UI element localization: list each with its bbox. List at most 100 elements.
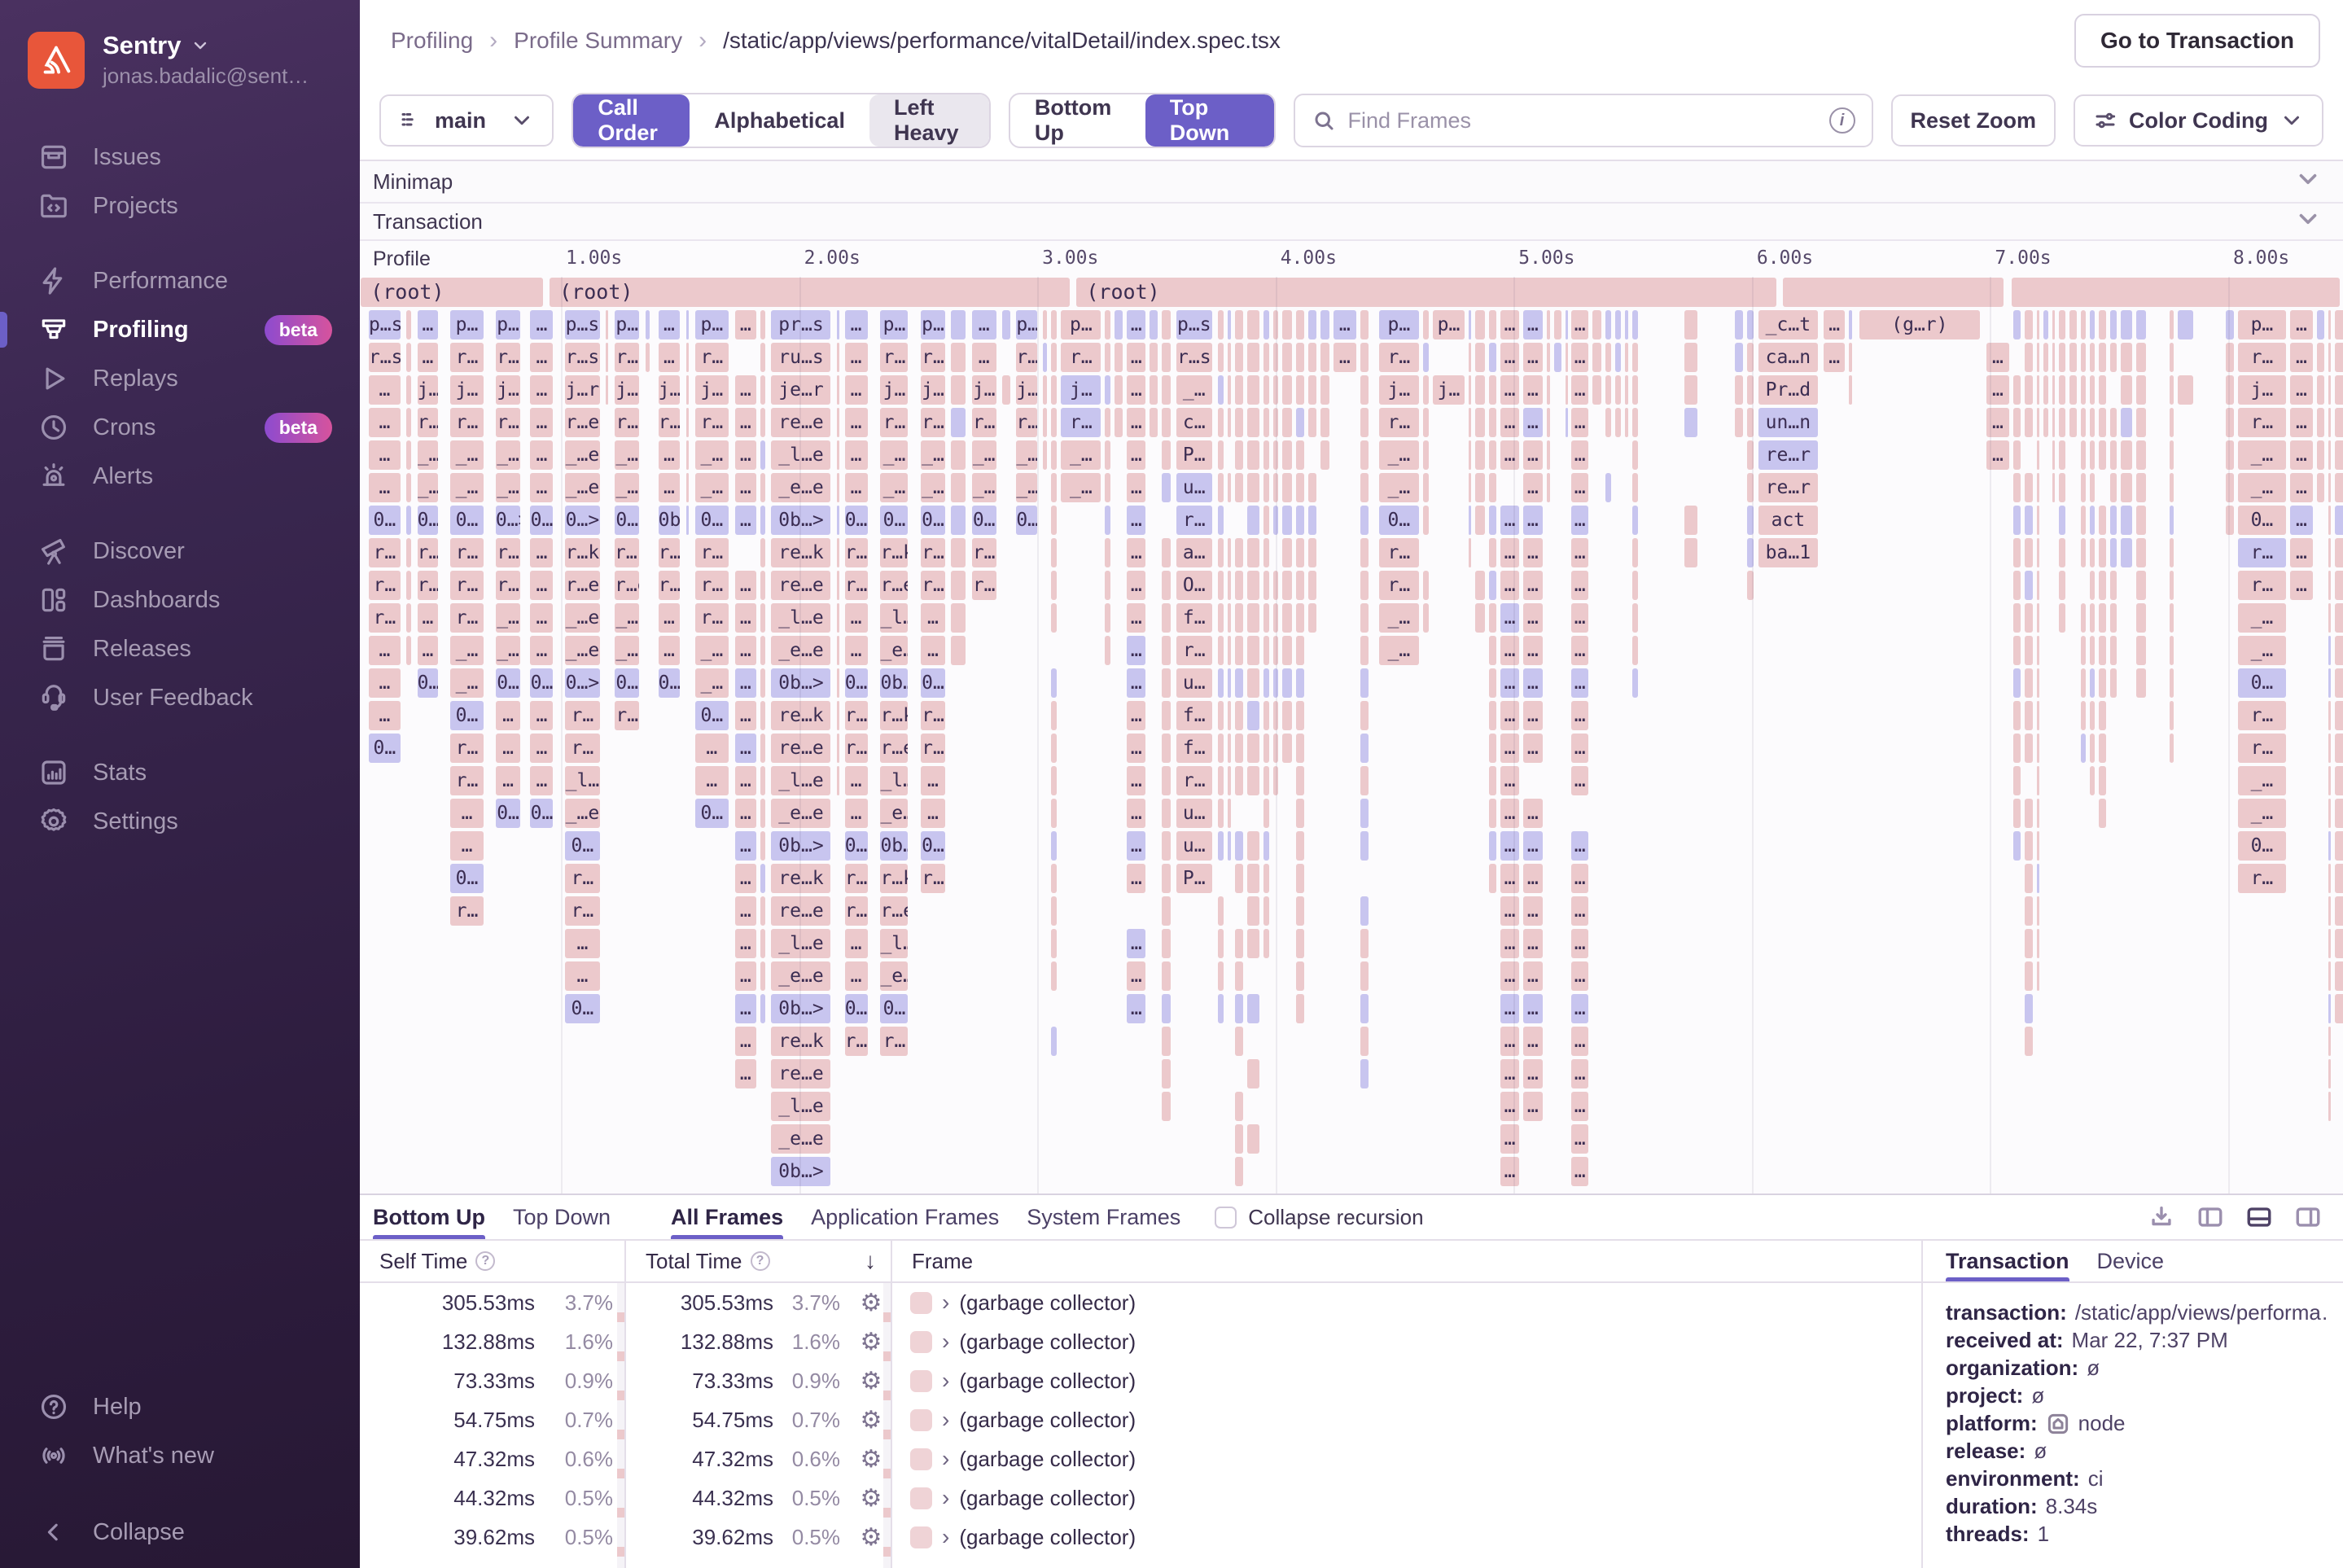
flame-cell[interactable]	[1360, 701, 1369, 730]
flame-cell[interactable]: r…e	[565, 571, 600, 600]
flame-cell[interactable]	[1747, 343, 1753, 372]
flame-cell[interactable]	[2043, 310, 2048, 339]
flame-cell[interactable]	[1684, 538, 1698, 567]
flame-cell[interactable]	[2110, 343, 2117, 372]
flame-cell[interactable]	[2013, 603, 2021, 633]
flame-cell[interactable]: 0b…>	[771, 994, 830, 1023]
flame-cell[interactable]	[1735, 375, 1743, 405]
flame-cell[interactable]: …	[845, 473, 868, 502]
flame-cell[interactable]	[2059, 310, 2065, 339]
flame-cell[interactable]	[1162, 538, 1171, 567]
flame-cell[interactable]	[1150, 375, 1158, 405]
flame-cell[interactable]	[1263, 734, 1269, 763]
flame-cell[interactable]	[1043, 408, 1047, 437]
flame-cell[interactable]	[1489, 636, 1496, 665]
flame-cell[interactable]: …	[530, 766, 553, 795]
flame-cell[interactable]: _…	[1379, 473, 1419, 502]
flame-cell[interactable]: …	[735, 571, 757, 600]
flame-cell[interactable]	[406, 571, 411, 600]
flame-cell[interactable]: j…	[659, 375, 681, 405]
flame-cell[interactable]: _…	[1379, 603, 1419, 633]
flame-cell[interactable]	[1263, 375, 1269, 405]
flame-cell[interactable]	[760, 929, 765, 958]
flame-cell[interactable]	[2328, 1092, 2331, 1121]
flame-cell[interactable]: …	[1523, 864, 1543, 893]
flame-cell[interactable]	[2013, 701, 2021, 730]
flame-cell[interactable]: r…	[972, 538, 996, 567]
flame-cell[interactable]: …	[845, 440, 868, 470]
flame-cell[interactable]	[2170, 506, 2173, 535]
flame-root-cell[interactable]: (root)	[361, 278, 542, 307]
flame-cell[interactable]	[1747, 506, 1753, 535]
flame-cell[interactable]: …	[369, 408, 401, 437]
expand-chevron-icon[interactable]: ›	[942, 1446, 949, 1472]
flame-cell[interactable]: …	[972, 310, 996, 339]
flame-cell[interactable]	[1247, 375, 1259, 405]
flame-cell[interactable]: ca…n	[1758, 343, 1818, 372]
flame-cell[interactable]: u…	[1176, 831, 1212, 861]
flame-cell[interactable]: …	[1571, 375, 1588, 405]
flame-cell[interactable]	[1115, 343, 1123, 372]
flame-cell[interactable]	[1263, 506, 1269, 535]
flame-cell[interactable]	[2170, 636, 2173, 665]
flame-cell[interactable]: r…	[2238, 864, 2287, 893]
flame-cell[interactable]	[2043, 343, 2048, 372]
flame-cell[interactable]: 0b…>	[771, 1157, 830, 1186]
flame-cell[interactable]	[2335, 375, 2343, 405]
flame-cell[interactable]	[837, 538, 839, 567]
flame-cell[interactable]: r…	[450, 408, 484, 437]
flame-cell[interactable]	[1247, 994, 1259, 1023]
self-time-cell[interactable]: 54.75ms0.7%	[360, 1400, 624, 1439]
flame-cell[interactable]	[1235, 636, 1243, 665]
flame-cell[interactable]	[2081, 538, 2086, 567]
flame-cell[interactable]	[1235, 1092, 1243, 1121]
flame-cell[interactable]: r…	[880, 1027, 908, 1056]
flame-cell[interactable]: re…e	[771, 896, 830, 926]
flame-cell[interactable]	[1218, 929, 1224, 958]
flame-cell[interactable]	[2037, 961, 2039, 991]
flame-cell[interactable]: 0b…>	[880, 668, 908, 698]
flame-cell[interactable]: j…	[972, 375, 996, 405]
flame-cell[interactable]: _e…e	[771, 1124, 830, 1154]
flame-cell[interactable]	[1735, 343, 1743, 372]
flame-cell[interactable]	[1162, 440, 1171, 470]
flame-cell[interactable]	[2099, 310, 2105, 339]
flame-cell[interactable]	[1296, 375, 1303, 405]
flame-cell[interactable]	[2013, 506, 2021, 535]
flame-cell[interactable]: _…e	[565, 473, 600, 502]
flame-cell[interactable]	[2090, 538, 2096, 567]
flame-cell[interactable]	[1263, 929, 1269, 958]
flame-cell[interactable]: …	[735, 473, 757, 502]
flame-cell[interactable]	[406, 506, 411, 535]
flame-cell[interactable]	[1235, 473, 1243, 502]
flame-cell[interactable]: 0b…>	[659, 506, 681, 535]
flame-cell[interactable]: p…	[496, 310, 520, 339]
flame-cell[interactable]	[837, 766, 839, 795]
flame-cell[interactable]	[1469, 473, 1471, 502]
flame-cell[interactable]	[1360, 636, 1369, 665]
flame-cell[interactable]: …	[1986, 408, 2010, 437]
flame-cell[interactable]: _…	[921, 473, 944, 502]
flame-cell[interactable]	[2081, 408, 2086, 437]
flame-cell[interactable]: …	[1523, 310, 1543, 339]
flame-cell[interactable]: _l…e	[771, 1092, 830, 1121]
flame-cell[interactable]	[1360, 994, 1369, 1023]
flame-cell[interactable]	[2328, 929, 2331, 958]
flame-cell[interactable]	[2081, 310, 2086, 339]
flame-cell[interactable]: P…	[1176, 440, 1212, 470]
flame-cell[interactable]: r…s	[1176, 343, 1212, 372]
flame-cell[interactable]	[1162, 343, 1171, 372]
flame-cell[interactable]: 0…	[695, 506, 729, 535]
self-time-cell[interactable]: 132.88ms1.6%	[360, 1322, 624, 1361]
flame-cell[interactable]	[1273, 375, 1278, 405]
flame-cell[interactable]	[1105, 506, 1110, 535]
flame-cell[interactable]	[2170, 668, 2173, 698]
flame-root-cell[interactable]: (root)	[1076, 278, 1776, 307]
flame-cell[interactable]: r…	[2238, 538, 2287, 567]
flame-cell[interactable]	[1360, 440, 1369, 470]
flame-cell[interactable]	[1747, 375, 1753, 405]
flame-cell[interactable]: r…	[450, 343, 484, 372]
flame-cell[interactable]: …	[369, 701, 401, 730]
flame-cell[interactable]: …	[659, 310, 681, 339]
flame-cell[interactable]	[1247, 864, 1259, 893]
